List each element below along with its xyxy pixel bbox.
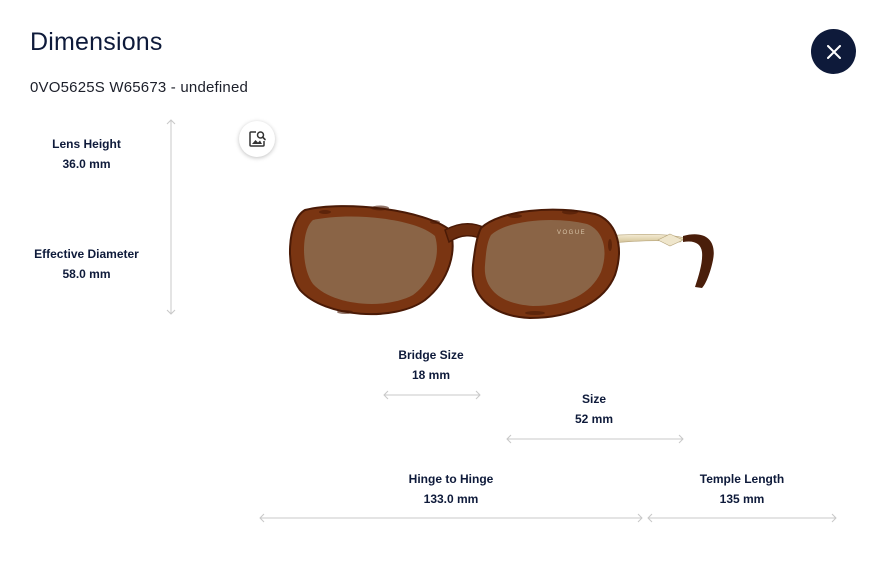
hinge-to-hinge-label: Hinge to Hinge [408,472,494,486]
bridge-size-value: 18 mm [411,368,451,382]
close-icon [826,44,841,59]
temple-length-measure: Temple Length 135 mm [682,472,802,507]
hinge-to-hinge-measure: Hinge to Hinge 133.0 mm [390,472,512,507]
temple-length-value: 135 mm [719,492,765,506]
product-code: 0VO5625S W65673 - undefined [30,79,249,96]
effective-diameter-value: 58.0 mm [62,267,111,281]
image-search-icon [249,131,266,147]
hinge-to-hinge-value: 133.0 mm [423,492,479,506]
brand-logo: VOGUE [557,230,586,236]
page-title: Dimensions [30,28,163,56]
size-arrow [506,434,684,444]
size-measure: Size 52 mm [544,392,644,427]
effective-diameter-label: Effective Diameter [34,247,139,261]
bridge-size-measure: Bridge Size 18 mm [381,348,481,383]
lens-height-measure: Lens Height 36.0 mm [30,137,143,172]
temple-length-arrow [647,513,837,523]
size-label: Size [581,392,606,406]
effective-diameter-measure: Effective Diameter 58.0 mm [20,247,153,282]
bridge-size-label: Bridge Size [398,348,464,362]
close-button[interactable] [811,29,856,74]
vertical-measure-arrow [166,119,176,315]
bridge-size-arrow [383,390,481,400]
image-zoom-button[interactable] [239,121,275,157]
sunglasses-image: VOGUE [289,205,714,320]
hinge-to-hinge-arrow [259,513,643,523]
lens-height-label: Lens Height [52,137,121,151]
size-value: 52 mm [574,412,614,426]
lens-height-value: 36.0 mm [62,157,111,171]
temple-length-label: Temple Length [699,472,785,486]
